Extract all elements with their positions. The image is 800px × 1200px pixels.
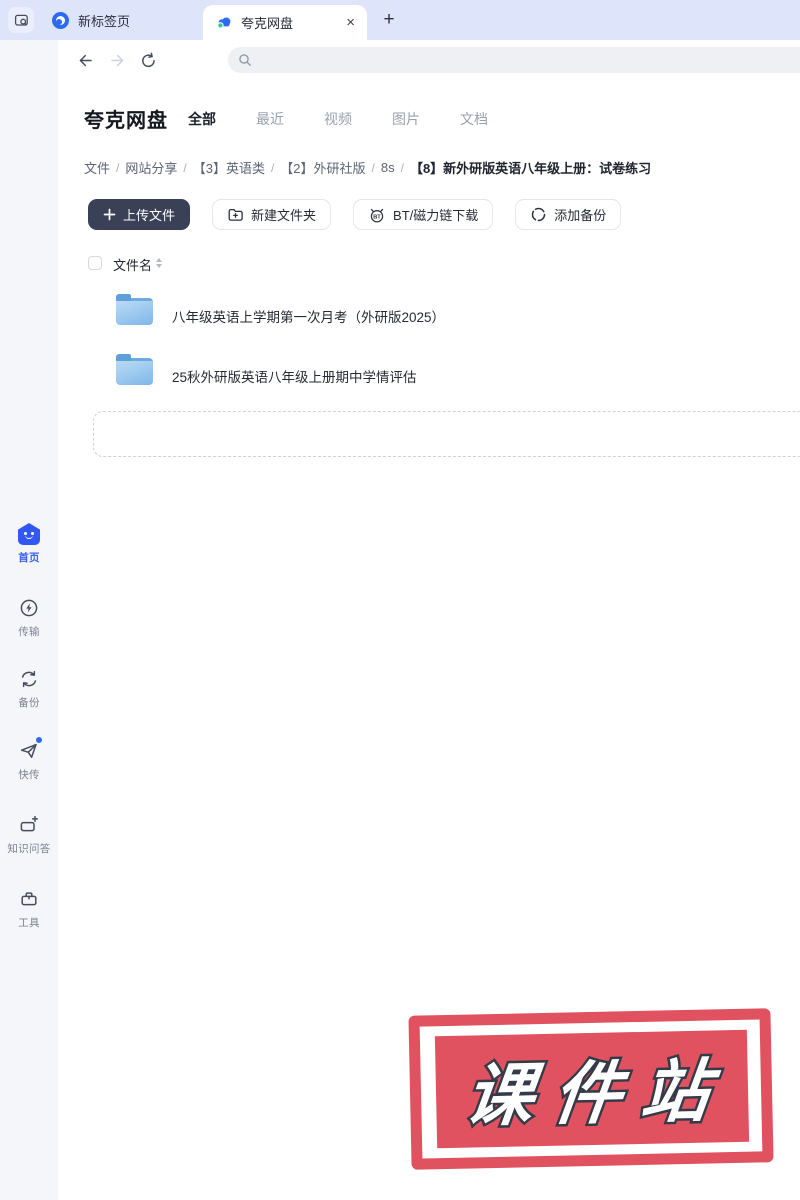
empty-dropzone xyxy=(93,411,800,457)
address-bar[interactable] xyxy=(228,47,800,73)
tab-label: 夸克网盘 xyxy=(241,16,294,31)
watermark-stamp: 课件站 xyxy=(408,1008,774,1170)
select-all-checkbox[interactable] xyxy=(88,256,102,270)
breadcrumb-separator: / xyxy=(116,160,120,175)
browser-tab-bar: 新标签页 夸克网盘 × + xyxy=(0,0,800,40)
back-icon[interactable] xyxy=(76,51,95,70)
forward-icon[interactable] xyxy=(108,51,127,70)
page-title: 夸克网盘 xyxy=(84,110,168,132)
sidebar-item-knowledge-qa[interactable]: 知识问答 xyxy=(0,814,58,856)
sort-icon[interactable] xyxy=(156,258,162,268)
plus-icon xyxy=(103,208,116,221)
breadcrumb-item[interactable]: 【3】英语类 xyxy=(193,158,265,177)
sidebar-item-label: 备份 xyxy=(18,697,40,709)
tab-images[interactable]: 图片 xyxy=(392,109,420,129)
tab-search-button[interactable] xyxy=(8,7,34,33)
bt-magnet-download-button[interactable]: BT BT/磁力链下载 xyxy=(353,199,494,230)
sync-arrows-icon xyxy=(21,670,37,688)
file-row-name[interactable]: 25秋外研版英语八年级上册期中学情评估 xyxy=(172,366,417,386)
app-sidebar: 首页 传输 备份 快传 知识问答 工具 xyxy=(0,40,58,1200)
tab-videos[interactable]: 视频 xyxy=(324,109,352,129)
folder-icon[interactable] xyxy=(116,354,153,385)
sidebar-item-label: 传输 xyxy=(18,626,40,638)
sidebar-item-label: 工具 xyxy=(18,917,40,929)
breadcrumb-separator: / xyxy=(371,160,375,175)
bt-icon-label: BT xyxy=(373,214,381,220)
tab-label: 新标签页 xyxy=(78,13,131,29)
home-smile-icon xyxy=(18,523,40,545)
add-backup-button[interactable]: 添加备份 xyxy=(515,199,622,230)
breadcrumb-separator: / xyxy=(270,160,275,175)
breadcrumb-item[interactable]: 8s xyxy=(381,160,395,175)
new-folder-button[interactable]: 新建文件夹 xyxy=(212,199,332,230)
sidebar-item-transfer[interactable]: 传输 xyxy=(0,597,58,639)
new-folder-label: 新建文件夹 xyxy=(251,208,317,223)
breadcrumb-item[interactable]: 文件 xyxy=(84,158,110,177)
tab-close-icon[interactable]: × xyxy=(346,15,355,30)
file-row-name[interactable]: 八年级英语上学期第一次月考（外研版2025） xyxy=(172,306,445,326)
watermark-text: 课件站 xyxy=(461,1053,734,1134)
quark-logo-icon xyxy=(52,11,69,29)
breadcrumb: 文件 / 网站分享 / 【3】英语类 / 【2】外研社版 / 8s / 【8】新… xyxy=(84,158,651,177)
folder-icon[interactable] xyxy=(116,294,153,325)
new-tab-button[interactable]: + xyxy=(377,8,401,32)
tab-all[interactable]: 全部 xyxy=(188,109,216,129)
refresh-icon[interactable] xyxy=(139,51,158,70)
quark-cloud-icon xyxy=(217,17,231,29)
breadcrumb-item[interactable]: 【2】外研社版 xyxy=(280,158,365,177)
sidebar-item-tools[interactable]: 工具 xyxy=(0,888,58,930)
sidebar-item-quick-send[interactable]: 快传 xyxy=(0,737,58,782)
address-input[interactable] xyxy=(252,52,800,68)
breadcrumb-item[interactable]: 网站分享 xyxy=(125,158,177,177)
folder-plus-icon xyxy=(228,208,243,221)
column-header-filename[interactable]: 文件名 xyxy=(113,255,152,274)
backup-circle-icon xyxy=(532,207,546,222)
sidebar-item-label: 知识问答 xyxy=(7,843,51,855)
browser-tab-quark-drive[interactable]: 夸克网盘 × xyxy=(203,5,367,40)
tab-search-icon xyxy=(14,14,28,26)
sidebar-item-home[interactable]: 首页 xyxy=(0,523,58,565)
search-icon xyxy=(239,54,251,66)
bt-robot-icon: BT xyxy=(370,208,384,222)
bt-magnet-download-label: BT/磁力链下载 xyxy=(393,208,479,223)
stamp-body: 课件站 xyxy=(434,1029,750,1149)
transfer-bolt-icon xyxy=(20,599,38,617)
box-plus-icon xyxy=(20,815,39,832)
filter-tabs: 全部 最近 视频 图片 文档 xyxy=(188,109,488,129)
tab-docs[interactable]: 文档 xyxy=(460,109,488,129)
upload-file-label: 上传文件 xyxy=(123,208,176,223)
action-toolbar: 上传文件 新建文件夹 BT BT/磁力链下载 添加备份 xyxy=(88,199,622,230)
breadcrumb-current: 【8】新外研版英语八年级上册：试卷练习 xyxy=(409,161,652,176)
notification-badge xyxy=(36,737,42,743)
breadcrumb-separator: / xyxy=(400,160,404,175)
breadcrumb-separator: / xyxy=(183,160,187,175)
add-backup-label: 添加备份 xyxy=(554,208,607,223)
toolbox-icon xyxy=(21,892,37,906)
browser-tab-newtab[interactable]: 新标签页 xyxy=(44,0,138,40)
sidebar-item-label: 首页 xyxy=(18,552,40,564)
tab-recent[interactable]: 最近 xyxy=(256,109,284,129)
sidebar-item-label: 快传 xyxy=(18,769,40,781)
upload-file-button[interactable]: 上传文件 xyxy=(88,199,191,230)
sidebar-item-backup[interactable]: 备份 xyxy=(0,668,58,710)
paper-plane-icon xyxy=(20,743,37,758)
